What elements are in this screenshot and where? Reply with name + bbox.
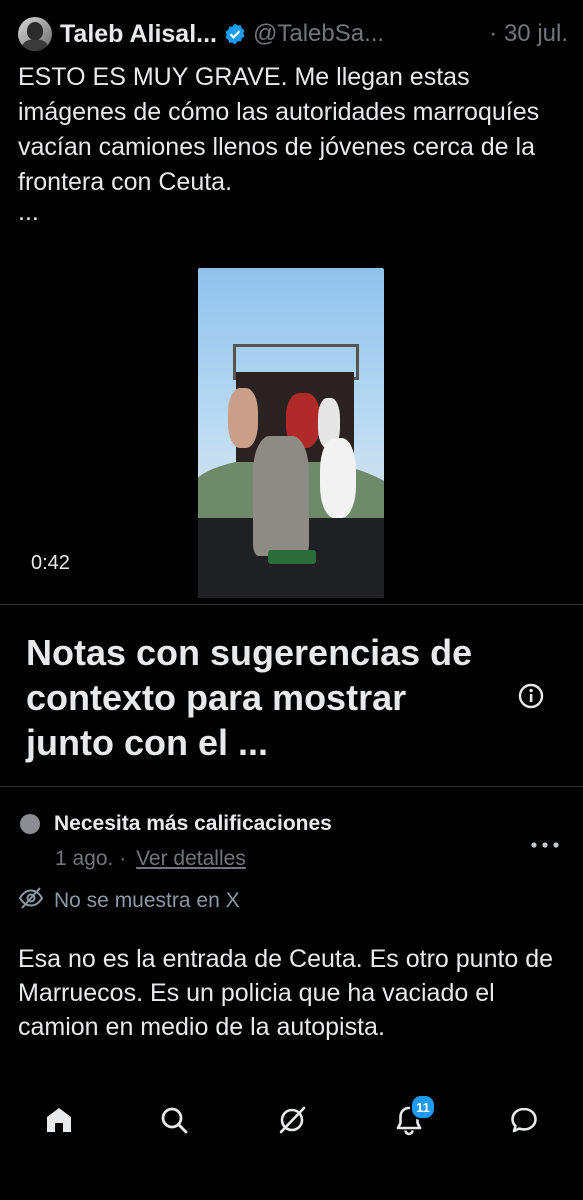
- divider: [0, 786, 583, 787]
- avatar[interactable]: [18, 17, 52, 51]
- notification-badge: 11: [410, 1094, 436, 1120]
- note-date: 1 ago.: [55, 847, 114, 870]
- info-icon[interactable]: [517, 682, 545, 715]
- note-body: Esa no es la entrada de Ceuta. Es otro p…: [18, 945, 554, 1041]
- nav-home-icon[interactable]: [41, 1102, 77, 1138]
- visibility-label: No se muestra en X: [54, 888, 240, 912]
- note-status: Necesita más calificaciones: [20, 812, 332, 836]
- status-dot-icon: [20, 814, 40, 834]
- nav-notifications-icon[interactable]: 11: [391, 1094, 436, 1138]
- display-name[interactable]: Taleb Alisal...: [60, 20, 217, 49]
- tweet-body: ESTO ES MUY GRAVE. Me llegan estas imáge…: [18, 63, 540, 196]
- video-duration: 0:42: [31, 552, 70, 574]
- meta-separator: ·: [119, 847, 127, 870]
- tweet-video[interactable]: [198, 268, 384, 598]
- more-options-icon[interactable]: [529, 838, 561, 856]
- tweet-header: Taleb Alisal... @TalebSa... · 30 jul.: [18, 14, 568, 54]
- nav-search-icon[interactable]: [156, 1102, 192, 1138]
- eye-slash-icon: [18, 886, 44, 915]
- note-status-label: Necesita más calificaciones: [54, 812, 332, 835]
- details-link[interactable]: Ver detalles: [136, 847, 246, 870]
- nav-messages-icon[interactable]: [506, 1102, 542, 1138]
- handle[interactable]: @TalebSa...: [253, 20, 384, 48]
- nav-grok-icon[interactable]: [274, 1102, 310, 1138]
- note-meta: 1 ago. · Ver detalles: [55, 847, 246, 871]
- video-watermark-logo: [268, 550, 316, 564]
- verified-badge-icon: [223, 22, 247, 46]
- tweet-more-ellipsis[interactable]: ...: [18, 200, 568, 225]
- visibility-status: No se muestra en X: [18, 886, 240, 915]
- divider: [0, 604, 583, 605]
- bottom-navigation: 11: [0, 1090, 583, 1160]
- tweet-date[interactable]: · 30 jul.: [489, 20, 568, 48]
- tweet-text: ESTO ES MUY GRAVE. Me llegan estas imáge…: [18, 60, 568, 225]
- notes-title: Notas con sugerencias de contexto para m…: [26, 632, 473, 763]
